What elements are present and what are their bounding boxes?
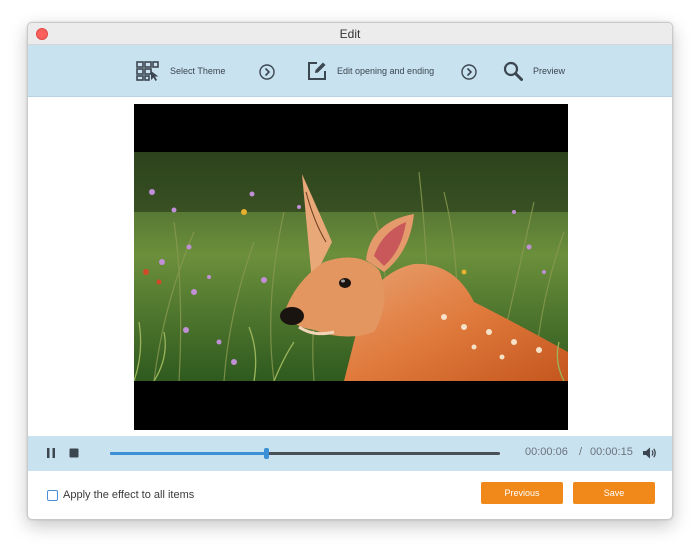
apply-all-option[interactable]: Apply the effect to all items	[47, 489, 194, 501]
pause-icon[interactable]	[45, 447, 57, 459]
progress-handle[interactable]	[264, 448, 269, 459]
edit-icon	[308, 62, 326, 80]
current-time: 00:00:06	[525, 446, 568, 458]
video-frame-deer	[134, 152, 568, 381]
previous-button[interactable]: Previous	[481, 482, 563, 504]
step-select-theme[interactable]: Select Theme	[136, 45, 225, 97]
chevron-right-icon	[259, 64, 275, 80]
step-edit-opening[interactable]: Edit opening and ending	[307, 45, 434, 97]
progress-fill	[110, 452, 266, 455]
video-preview[interactable]	[134, 104, 568, 430]
search-icon	[503, 61, 523, 81]
title-bar: Edit	[28, 23, 672, 45]
total-time: 00:00:15	[590, 446, 633, 458]
volume-icon[interactable]	[642, 446, 657, 460]
edit-window: Edit Select Theme Edit opening and endin…	[27, 22, 673, 520]
save-button[interactable]: Save	[573, 482, 655, 504]
theme-grid-icon	[136, 61, 159, 81]
progress-slider[interactable]	[110, 448, 500, 459]
chevron-right-icon	[461, 64, 477, 80]
playback-controls: 00:00:06 / 00:00:15	[28, 436, 672, 471]
window-title: Edit	[339, 27, 361, 41]
step-bar: Select Theme Edit opening and ending Pre…	[28, 45, 672, 97]
stop-icon[interactable]	[69, 448, 79, 458]
step-preview[interactable]: Preview	[503, 45, 565, 97]
step-select-theme-label: Select Theme	[170, 66, 226, 76]
step-edit-opening-label: Edit opening and ending	[337, 66, 435, 76]
step-preview-label: Preview	[533, 66, 566, 76]
apply-all-label: Apply the effect to all items	[63, 489, 195, 501]
apply-all-checkbox[interactable]	[47, 489, 58, 501]
time-separator: /	[579, 446, 583, 458]
